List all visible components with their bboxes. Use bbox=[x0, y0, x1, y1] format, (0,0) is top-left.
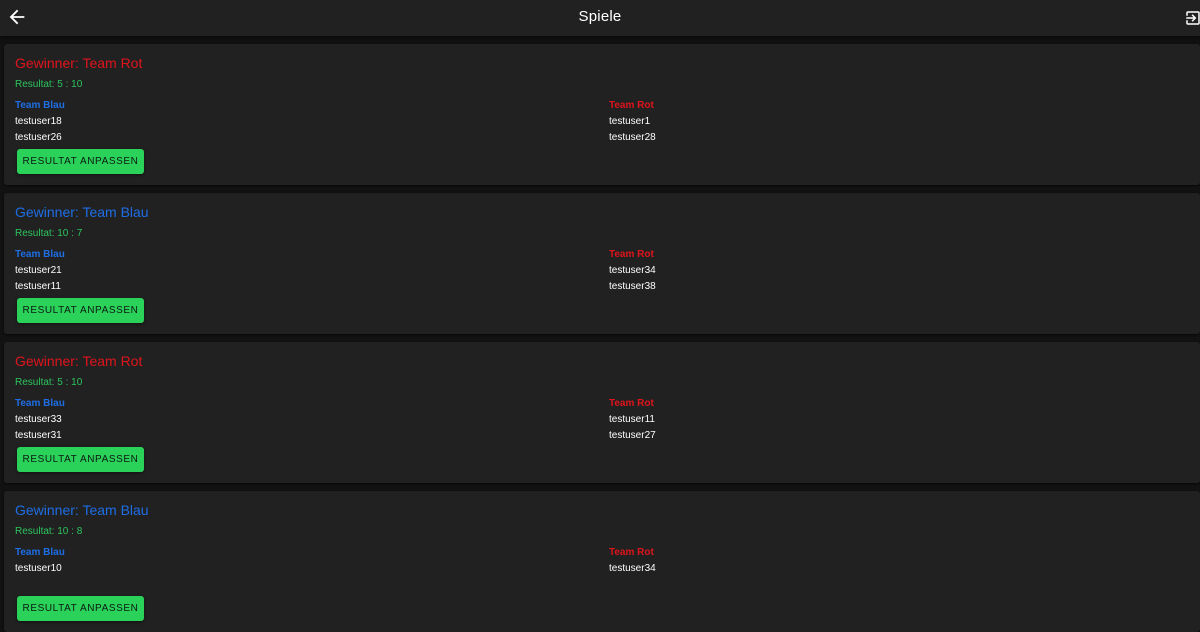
team-name: Team Rot bbox=[609, 547, 654, 558]
team-blue-column: Team Blau testuser10 bbox=[15, 547, 65, 579]
team-name: Team Blau bbox=[15, 249, 65, 260]
player-name: testuser11 bbox=[15, 281, 61, 292]
player-name: testuser28 bbox=[609, 132, 656, 143]
player-name: testuser26 bbox=[15, 132, 62, 143]
result-label: Resultat: 10 : 7 bbox=[15, 228, 83, 239]
team-blue-column: Team Blau testuser18 testuser26 bbox=[15, 100, 65, 148]
team-name: Team Rot bbox=[609, 249, 654, 260]
player-name: testuser34 bbox=[609, 265, 656, 276]
team-red-column: Team Rot testuser11 testuser27 bbox=[609, 398, 656, 446]
team-name: Team Rot bbox=[609, 100, 654, 111]
player-name: testuser31 bbox=[15, 430, 62, 441]
team-blue-column: Team Blau testuser21 testuser11 bbox=[15, 249, 65, 297]
player-name: testuser21 bbox=[15, 265, 62, 276]
game-card: Gewinner: Team Rot Resultat: 5 : 10 Team… bbox=[4, 44, 1200, 185]
winner-label: Gewinner: Team Blau bbox=[15, 502, 149, 518]
adjust-result-button[interactable]: RESULTAT ANPASSEN bbox=[17, 149, 144, 174]
app-bar: Spiele bbox=[0, 0, 1200, 36]
result-label: Resultat: 10 : 8 bbox=[15, 526, 83, 537]
game-card: Gewinner: Team Rot Resultat: 5 : 10 Team… bbox=[4, 342, 1200, 483]
team-red-column: Team Rot testuser1 testuser28 bbox=[609, 100, 656, 148]
team-name: Team Blau bbox=[15, 398, 65, 409]
player-name: testuser1 bbox=[609, 116, 651, 127]
team-name: Team Blau bbox=[15, 100, 65, 111]
logout-button[interactable] bbox=[1184, 9, 1200, 27]
team-name: Team Blau bbox=[15, 547, 65, 558]
player-name: testuser11 bbox=[609, 414, 655, 425]
player-name: testuser18 bbox=[15, 116, 62, 127]
player-name: testuser38 bbox=[609, 281, 656, 292]
game-list: Gewinner: Team Rot Resultat: 5 : 10 Team… bbox=[0, 36, 1200, 632]
adjust-result-button[interactable]: RESULTAT ANPASSEN bbox=[17, 596, 144, 621]
player-name: testuser33 bbox=[15, 414, 62, 425]
game-card: Gewinner: Team Blau Resultat: 10 : 8 Tea… bbox=[4, 491, 1200, 632]
game-card: Gewinner: Team Blau Resultat: 10 : 7 Tea… bbox=[4, 193, 1200, 334]
result-label: Resultat: 5 : 10 bbox=[15, 377, 83, 388]
winner-label: Gewinner: Team Blau bbox=[15, 204, 149, 220]
team-name: Team Rot bbox=[609, 398, 654, 409]
page-title: Spiele bbox=[578, 8, 622, 25]
team-red-column: Team Rot testuser34 testuser38 bbox=[609, 249, 656, 297]
adjust-result-button[interactable]: RESULTAT ANPASSEN bbox=[17, 447, 144, 472]
team-red-column: Team Rot testuser34 bbox=[609, 547, 656, 579]
player-name: testuser10 bbox=[15, 563, 62, 574]
winner-label: Gewinner: Team Rot bbox=[15, 55, 143, 71]
player-name: testuser27 bbox=[609, 430, 656, 441]
adjust-result-button[interactable]: RESULTAT ANPASSEN bbox=[17, 298, 144, 323]
winner-label: Gewinner: Team Rot bbox=[15, 353, 143, 369]
logout-icon bbox=[1186, 11, 1200, 25]
result-label: Resultat: 5 : 10 bbox=[15, 79, 83, 90]
team-blue-column: Team Blau testuser33 testuser31 bbox=[15, 398, 65, 446]
player-name: testuser34 bbox=[609, 563, 656, 574]
